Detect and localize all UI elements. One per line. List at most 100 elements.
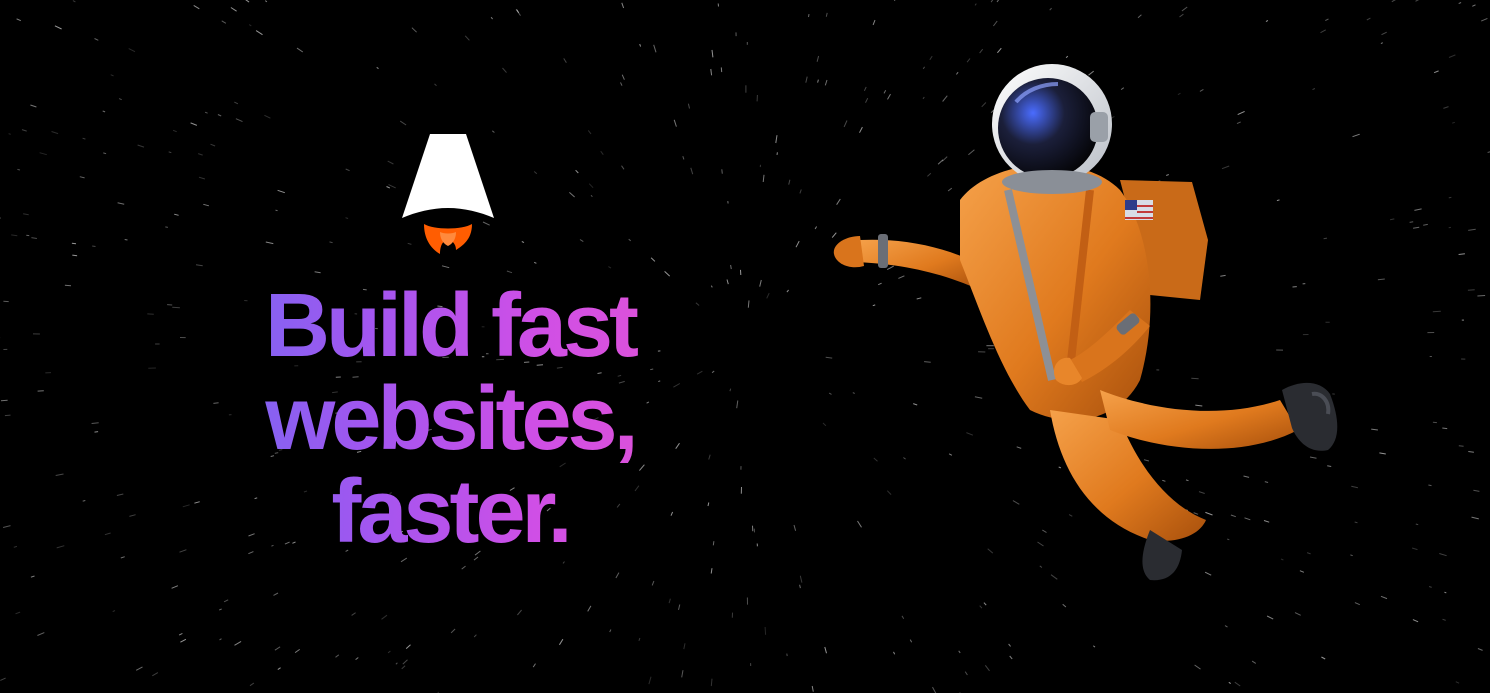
star-streak [255, 30, 263, 36]
star-streak [434, 83, 437, 87]
star-streak [824, 646, 827, 654]
star-streak [710, 68, 713, 76]
star-streak [64, 284, 72, 287]
star-streak [273, 592, 279, 596]
star-streak [0, 399, 8, 402]
star-streak [21, 129, 27, 132]
star-streak [1325, 18, 1329, 22]
star-streak [1049, 7, 1052, 11]
star-streak [615, 572, 620, 579]
star-streak [1224, 625, 1228, 628]
astro-rocket-logo-icon[interactable] [400, 128, 496, 262]
star-streak [11, 234, 18, 237]
star-streak [575, 169, 579, 174]
star-streak [112, 610, 116, 613]
star-streak [386, 186, 391, 189]
star-streak [1228, 681, 1231, 685]
star-streak [1009, 655, 1013, 660]
star-streak [30, 104, 37, 108]
star-streak [54, 25, 62, 30]
star-streak [814, 226, 818, 230]
star-streak [1092, 645, 1096, 648]
star-streak [51, 131, 59, 135]
star-streak [219, 638, 222, 641]
star-streak [1391, 0, 1396, 3]
star-streak [799, 575, 803, 583]
star-streak [958, 650, 961, 654]
star-streak [1444, 591, 1447, 594]
star-streak [1008, 643, 1011, 647]
star-streak [82, 137, 86, 140]
star-streak [786, 289, 789, 293]
headline-line-1: Build fast [264, 276, 635, 376]
star-streak [265, 241, 274, 245]
star-streak [1412, 619, 1419, 623]
star-streak [620, 82, 623, 86]
star-streak [1442, 618, 1446, 621]
star-streak [4, 414, 11, 417]
star-streak [534, 261, 537, 264]
star-streak [1411, 547, 1418, 551]
star-streak [264, 0, 268, 3]
star-streak [110, 74, 114, 77]
star-streak [277, 189, 285, 194]
star-streak [218, 608, 222, 611]
star-streak [72, 0, 76, 3]
star-streak [399, 120, 407, 126]
star-streak [441, 265, 450, 269]
star-streak [210, 143, 216, 147]
star-streak [730, 264, 732, 270]
star-streak [651, 580, 655, 586]
star-streak [621, 165, 625, 170]
star-streak [335, 654, 340, 658]
star-streak [203, 203, 210, 207]
star-streak [811, 685, 814, 692]
star-streak [648, 676, 652, 685]
star-streak [118, 98, 122, 101]
star-streak [314, 271, 321, 274]
star-streak [1366, 17, 1371, 21]
star-streak [1265, 19, 1269, 23]
star-streak [1415, 523, 1419, 526]
star-streak [747, 300, 750, 308]
star-streak [1379, 452, 1386, 455]
star-streak [1423, 223, 1428, 226]
star-streak [94, 38, 99, 41]
star-streak [2, 525, 11, 528]
star-streak [198, 176, 206, 180]
headline-line-3: faster. [331, 462, 569, 562]
star-streak [1428, 586, 1432, 588]
star-streak [1467, 289, 1475, 291]
star-streak [588, 183, 594, 189]
star-streak [249, 682, 255, 687]
star-streak [117, 202, 125, 205]
hero-section: Build fast websites, faster. [0, 0, 1490, 693]
star-streak [710, 568, 713, 574]
star-streak [729, 388, 732, 392]
star-streak [230, 7, 237, 12]
star-streak [168, 151, 172, 154]
star-streak [1294, 612, 1301, 616]
star-streak [532, 663, 536, 668]
star-streak [1251, 660, 1257, 664]
star-streak [245, 0, 250, 3]
star-streak [264, 114, 271, 119]
star-streak [521, 241, 525, 244]
star-streak [681, 670, 684, 678]
star-streak [16, 18, 22, 22]
star-streak [1380, 42, 1384, 45]
star-streak [1455, 681, 1460, 684]
star-streak [687, 103, 690, 109]
star-streak [678, 604, 681, 611]
star-streak [1452, 121, 1455, 124]
star-streak [1320, 29, 1327, 34]
star-streak [329, 241, 333, 244]
star-streak [235, 118, 243, 123]
star-streak [39, 152, 47, 156]
star-streak [1471, 516, 1479, 520]
headline-line-2: websites, [265, 369, 635, 469]
star-streak [1468, 451, 1474, 453]
star-streak [563, 58, 567, 63]
star-streak [411, 27, 417, 33]
star-streak [653, 44, 657, 53]
